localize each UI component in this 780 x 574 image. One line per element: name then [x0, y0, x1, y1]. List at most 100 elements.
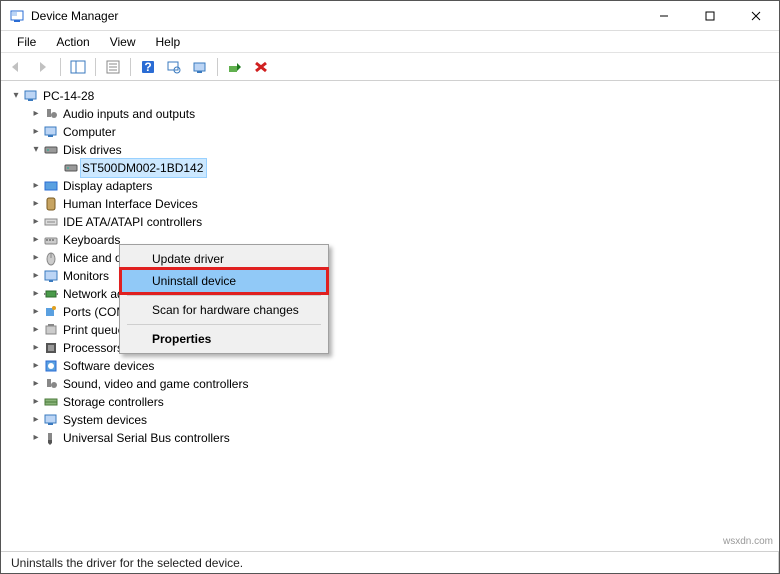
ctx-uninstall-device[interactable]: Uninstall device: [122, 270, 326, 292]
category-icon: [43, 268, 59, 284]
toolbar-separator: [95, 58, 96, 76]
uninstall-device-button[interactable]: [249, 56, 273, 78]
tree-item[interactable]: ▸ Display adapters: [29, 177, 775, 195]
expand-icon[interactable]: ▸: [29, 305, 43, 319]
category-icon: [43, 376, 59, 392]
ctx-separator: [127, 324, 321, 325]
properties-button[interactable]: [101, 56, 125, 78]
category-icon: [43, 394, 59, 410]
category-icon: [43, 430, 59, 446]
category-icon: [43, 124, 59, 140]
toolbar-separator: [130, 58, 131, 76]
expand-icon[interactable]: ▸: [29, 323, 43, 337]
device-tree[interactable]: ▾ PC-14-28 ▸ Audio inputs and outputs ▸ …: [1, 81, 779, 453]
expand-icon[interactable]: ▸: [29, 197, 43, 211]
tree-item-label[interactable]: Computer: [61, 123, 118, 141]
ctx-update-driver[interactable]: Update driver: [122, 248, 326, 270]
expand-icon[interactable]: ▸: [29, 359, 43, 373]
toolbar-separator: [60, 58, 61, 76]
expand-icon[interactable]: ▸: [29, 233, 43, 247]
root-label[interactable]: PC-14-28: [41, 87, 96, 105]
toolbar: ?: [1, 53, 779, 81]
tree-item[interactable]: ▸ Software devices: [29, 357, 775, 375]
menu-help[interactable]: Help: [148, 33, 189, 51]
tree-child-item[interactable]: ▸ ST500DM002-1BD142: [49, 159, 775, 177]
tree-child-label[interactable]: ST500DM002-1BD142: [80, 158, 207, 178]
tree-item-label[interactable]: System devices: [61, 411, 149, 429]
category-icon: [43, 232, 59, 248]
tree-item-label[interactable]: Human Interface Devices: [61, 195, 200, 213]
ctx-separator: [127, 295, 321, 296]
status-cell-right: [649, 552, 779, 573]
tree-item[interactable]: ▸ Audio inputs and outputs: [29, 105, 775, 123]
tree-item-label[interactable]: IDE ATA/ATAPI controllers: [61, 213, 204, 231]
toolbar-separator: [217, 58, 218, 76]
menu-view[interactable]: View: [102, 33, 144, 51]
category-icon: [43, 304, 59, 320]
expand-icon[interactable]: ▸: [29, 269, 43, 283]
expand-icon[interactable]: ▸: [29, 377, 43, 391]
category-icon: [43, 196, 59, 212]
category-icon: [43, 322, 59, 338]
expand-icon[interactable]: ▸: [29, 251, 43, 265]
context-menu: Update driver Uninstall device Scan for …: [119, 244, 329, 354]
watermark: wsxdn.com: [723, 536, 773, 547]
close-button[interactable]: [733, 1, 779, 31]
tree-item[interactable]: ▾ Disk drives: [29, 141, 775, 159]
show-hide-tree-button[interactable]: [66, 56, 90, 78]
app-icon: [9, 8, 25, 24]
update-driver-button[interactable]: [188, 56, 212, 78]
tree-item-label[interactable]: Audio inputs and outputs: [61, 105, 197, 123]
expand-icon[interactable]: ▸: [29, 107, 43, 121]
expand-icon[interactable]: ▸: [29, 215, 43, 229]
status-text: Uninstalls the driver for the selected d…: [5, 552, 649, 573]
menu-file[interactable]: File: [9, 33, 44, 51]
tree-item[interactable]: ▸ Universal Serial Bus controllers: [29, 429, 775, 447]
tree-item-label[interactable]: Universal Serial Bus controllers: [61, 429, 232, 447]
menu-action[interactable]: Action: [48, 33, 97, 51]
titlebar: Device Manager: [1, 1, 779, 31]
tree-item[interactable]: ▸ IDE ATA/ATAPI controllers: [29, 213, 775, 231]
back-button[interactable]: [5, 56, 29, 78]
tree-item[interactable]: ▸ Sound, video and game controllers: [29, 375, 775, 393]
tree-root[interactable]: ▾ PC-14-28: [9, 87, 775, 105]
scan-hardware-button[interactable]: [162, 56, 186, 78]
menubar: File Action View Help: [1, 31, 779, 53]
expand-icon[interactable]: ▸: [29, 341, 43, 355]
collapse-icon[interactable]: ▾: [29, 143, 43, 157]
window-controls: [641, 1, 779, 31]
tree-item[interactable]: ▸ Storage controllers: [29, 393, 775, 411]
statusbar: Uninstalls the driver for the selected d…: [1, 551, 779, 573]
forward-button[interactable]: [31, 56, 55, 78]
minimize-button[interactable]: [641, 1, 687, 31]
expand-icon[interactable]: ▸: [29, 179, 43, 193]
help-button[interactable]: ?: [136, 56, 160, 78]
category-icon: [43, 106, 59, 122]
ctx-scan-hardware[interactable]: Scan for hardware changes: [122, 299, 326, 321]
expand-icon[interactable]: ▸: [29, 395, 43, 409]
expand-icon[interactable]: ▸: [29, 287, 43, 301]
expand-icon[interactable]: ▸: [29, 431, 43, 445]
category-icon: [43, 250, 59, 266]
window-title: Device Manager: [31, 9, 641, 23]
tree-item-label[interactable]: Sound, video and game controllers: [61, 375, 250, 393]
maximize-button[interactable]: [687, 1, 733, 31]
tree-item[interactable]: ▸ Human Interface Devices: [29, 195, 775, 213]
tree-item-label[interactable]: Disk drives: [61, 141, 124, 159]
collapse-icon[interactable]: ▾: [9, 89, 23, 103]
tree-item[interactable]: ▸ System devices: [29, 411, 775, 429]
expand-icon[interactable]: ▸: [29, 125, 43, 139]
tree-item-label[interactable]: Keyboards: [61, 231, 122, 249]
expand-icon[interactable]: ▸: [29, 413, 43, 427]
enable-device-button[interactable]: [223, 56, 247, 78]
tree-item-label[interactable]: Software devices: [61, 357, 156, 375]
tree-item-label[interactable]: Storage controllers: [61, 393, 166, 411]
category-icon: [43, 214, 59, 230]
tree-item-label[interactable]: Processors: [61, 339, 125, 357]
category-icon: [43, 178, 59, 194]
category-icon: [43, 340, 59, 356]
tree-item[interactable]: ▸ Computer: [29, 123, 775, 141]
tree-item-label[interactable]: Display adapters: [61, 177, 154, 195]
tree-item-label[interactable]: Monitors: [61, 267, 111, 285]
ctx-properties[interactable]: Properties: [122, 328, 326, 350]
